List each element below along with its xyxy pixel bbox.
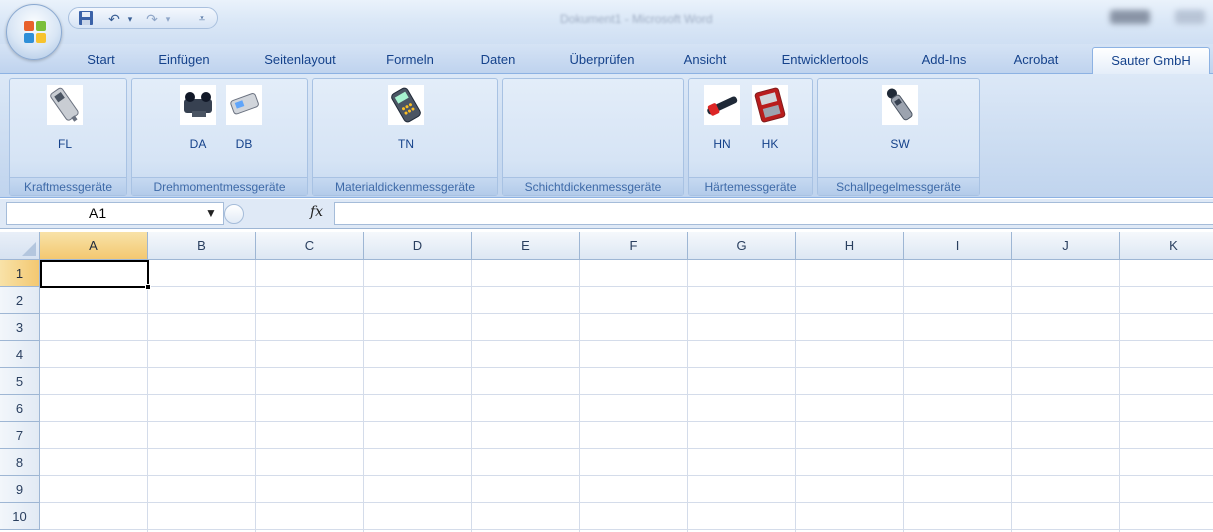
row-header-6[interactable]: 6 [0, 395, 40, 422]
group-label-drehmomentmessgeraete: Drehmomentmessgeräte [132, 177, 307, 195]
group-label-haertemessgeraete: Härtemessgeräte [689, 177, 812, 195]
tn-label: TN [398, 137, 414, 151]
cell-area[interactable] [40, 260, 1213, 532]
row-header-1[interactable]: 1 [0, 260, 40, 287]
column-header-i[interactable]: I [904, 232, 1012, 260]
minimize-button-blurred[interactable] [1110, 10, 1150, 24]
tab-formeln[interactable]: Formeln [378, 50, 442, 74]
tab-einfuegen[interactable]: Einfügen [150, 50, 218, 74]
close-button-blurred[interactable] [1175, 10, 1205, 24]
column-header-c[interactable]: C [256, 232, 364, 260]
row-header-10[interactable]: 10 [0, 503, 40, 530]
tab-acrobat[interactable]: Acrobat [1004, 50, 1068, 74]
formula-tools: fx [224, 202, 334, 225]
column-header-h[interactable]: H [796, 232, 904, 260]
column-header-b[interactable]: B [148, 232, 256, 260]
column-header-g[interactable]: G [688, 232, 796, 260]
select-all-button[interactable] [0, 232, 40, 260]
db-button[interactable]: DB [223, 85, 265, 159]
column-header-e[interactable]: E [472, 232, 580, 260]
group-drehmomentmessgeraete: DA DB Drehmomentmessgeräte [131, 78, 308, 196]
ribbon: FL Kraftmessgeräte DA DB Drehmomentmessg… [0, 74, 1213, 198]
expand-handle-icon[interactable] [224, 204, 244, 224]
hk-button[interactable]: HK [749, 85, 791, 159]
tab-sauter-gmbh[interactable]: Sauter GmbH [1092, 47, 1210, 75]
row-header-9[interactable]: 9 [0, 476, 40, 503]
spreadsheet-grid: ABCDEFGHIJK 1 2 3 4 5 6 7 8 9 10 [0, 232, 1213, 532]
column-header-d[interactable]: D [364, 232, 472, 260]
torque-meter-icon [226, 85, 262, 125]
name-box-value: A1 [89, 205, 107, 221]
formula-input[interactable] [334, 202, 1213, 225]
title-bar: ↶ ▾ ↷ ▾ ⩡ Dokument1 - Microsoft Word [0, 0, 1213, 60]
row-header-3[interactable]: 3 [0, 314, 40, 341]
thickness-gauge-icon [388, 85, 424, 125]
hardness-tester-icon [752, 85, 788, 125]
group-schichtdickenmessgeraete: Schichtdickenmessgeräte [502, 78, 684, 196]
row-header-7[interactable]: 7 [0, 422, 40, 449]
redo-dropdown-icon[interactable]: ▾ [159, 10, 177, 28]
torque-tester-icon [180, 85, 216, 125]
window-title: Dokument1 - Microsoft Word [560, 12, 713, 26]
insert-function-button[interactable]: fx [310, 204, 323, 220]
quick-access-toolbar: ↶ ▾ ↷ ▾ ⩡ [68, 7, 218, 29]
hn-label: HN [713, 137, 731, 151]
office-button[interactable] [6, 4, 62, 60]
column-header-f[interactable]: F [580, 232, 688, 260]
column-header-k[interactable]: K [1120, 232, 1213, 260]
fl-button[interactable]: FL [44, 85, 86, 159]
active-cell[interactable] [40, 260, 149, 288]
hk-label: HK [761, 137, 779, 151]
tab-add-ins[interactable]: Add-Ins [912, 50, 976, 74]
group-kraftmessgeraete: FL Kraftmessgeräte [9, 78, 127, 196]
formula-bar: A1 ▼ fx [0, 199, 1213, 229]
tab-ansicht[interactable]: Ansicht [676, 50, 734, 74]
sw-label: SW [890, 137, 910, 151]
hardness-pen-icon [704, 85, 740, 125]
row-header-2[interactable]: 2 [0, 287, 40, 314]
ribbon-tabs: Start Einfügen Seitenlayout Formeln Date… [0, 44, 1213, 75]
group-schallpegelmessgeraete: SW Schallpegelmessgeräte [817, 78, 980, 196]
group-label-schallpegelmessgeraete: Schallpegelmessgeräte [818, 177, 979, 195]
da-button[interactable]: DA [177, 85, 219, 159]
fl-label: FL [57, 137, 72, 151]
force-gauge-icon [47, 85, 83, 125]
row-header-5[interactable]: 5 [0, 368, 40, 395]
save-icon[interactable] [77, 10, 95, 28]
row-header-4[interactable]: 4 [0, 341, 40, 368]
column-header-j[interactable]: J [1012, 232, 1120, 260]
fill-handle[interactable] [145, 284, 151, 290]
select-all-triangle-icon [22, 242, 36, 256]
tn-button[interactable]: TN [385, 85, 427, 159]
tab-seitenlayout[interactable]: Seitenlayout [252, 50, 348, 74]
chevron-down-icon[interactable]: ▼ [205, 206, 217, 220]
tab-daten[interactable]: Daten [474, 50, 522, 74]
customize-qat-icon[interactable]: ⩡ [193, 10, 211, 28]
da-label: DA [189, 137, 207, 151]
sw-button[interactable]: SW [879, 85, 921, 159]
name-box[interactable]: A1 ▼ [6, 202, 224, 225]
sound-level-meter-icon [882, 85, 918, 125]
db-label: DB [235, 137, 253, 151]
tab-entwicklertools[interactable]: Entwicklertools [766, 50, 884, 74]
column-header-a[interactable]: A [40, 232, 148, 260]
tab-start[interactable]: Start [78, 50, 124, 74]
group-materialdickenmessgeraete: TN Materialdickenmessgeräte [312, 78, 498, 196]
undo-dropdown-icon[interactable]: ▾ [121, 10, 139, 28]
office-logo-icon [24, 21, 46, 43]
group-haertemessgeraete: HN HK Härtemessgeräte [688, 78, 813, 196]
tab-ueberpruefen[interactable]: Überprüfen [556, 50, 648, 74]
group-label-materialdickenmessgeraete: Materialdickenmessgeräte [313, 177, 497, 195]
group-label-schichtdickenmessgeraete: Schichtdickenmessgeräte [503, 177, 683, 195]
hn-button[interactable]: HN [701, 85, 743, 159]
row-header-8[interactable]: 8 [0, 449, 40, 476]
group-label-kraftmessgeraete: Kraftmessgeräte [10, 177, 126, 195]
